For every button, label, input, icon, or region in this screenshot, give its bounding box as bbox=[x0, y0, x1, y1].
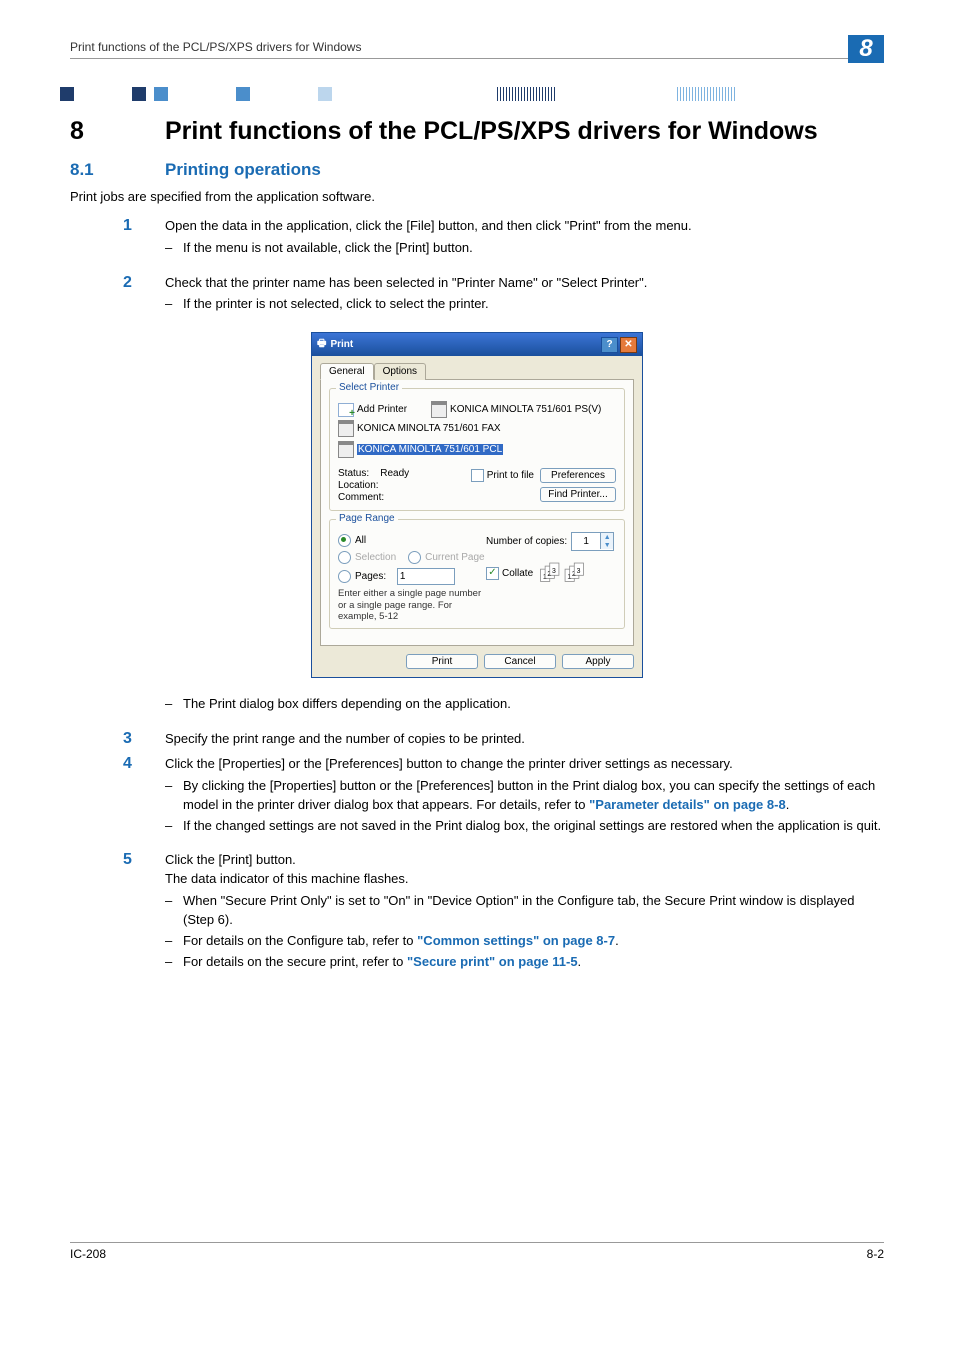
tab-options[interactable]: Options bbox=[374, 363, 426, 380]
status-label: Status: bbox=[338, 468, 369, 479]
print-button[interactable]: Print bbox=[406, 654, 478, 669]
link-common-settings[interactable]: "Common settings" on page 8-7 bbox=[417, 933, 615, 948]
select-printer-group-title: Select Printer bbox=[336, 382, 402, 393]
printer-icon bbox=[431, 401, 447, 418]
pages-input[interactable] bbox=[397, 568, 455, 585]
add-printer-icon bbox=[338, 403, 354, 417]
location-label: Location: bbox=[338, 480, 409, 491]
radio-selection: Selection bbox=[338, 551, 396, 564]
status-value: Ready bbox=[380, 468, 409, 479]
dialog-titlebar: 🖶 Print ? ✕ bbox=[312, 333, 642, 356]
step-1: 1 Open the data in the application, clic… bbox=[70, 217, 884, 268]
radio-current-page: Current Page bbox=[408, 551, 484, 564]
step-2-after: The Print dialog box differs depending o… bbox=[70, 692, 884, 724]
collate-icon: 1 2 3 1 2 3 bbox=[539, 561, 585, 585]
pages-help-text: Enter either a single page number or a s… bbox=[338, 588, 486, 622]
find-printer-button[interactable]: Find Printer... bbox=[540, 487, 616, 502]
step-4: 4 Click the [Properties] or the [Prefere… bbox=[70, 755, 884, 845]
tab-general[interactable]: General bbox=[320, 363, 374, 380]
chapter-number-badge: 8 bbox=[848, 35, 884, 63]
comment-label: Comment: bbox=[338, 492, 409, 503]
close-icon[interactable]: ✕ bbox=[620, 337, 637, 353]
step-5: 5 Click the [Print] button. The data ind… bbox=[70, 851, 884, 981]
copies-spinner[interactable]: ▲▼ bbox=[571, 532, 614, 551]
printer-fax[interactable]: KONICA MINOLTA 751/601 FAX bbox=[338, 420, 501, 437]
section-heading: 8.1Printing operations bbox=[70, 160, 884, 180]
page-footer: IC-208 8-2 bbox=[70, 1242, 884, 1261]
collate-checkbox[interactable]: Collate bbox=[486, 567, 533, 580]
printer-pcl-selected[interactable]: KONICA MINOLTA 751/601 PCL bbox=[338, 441, 503, 458]
step1-note1: If the menu is not available, click the … bbox=[165, 239, 884, 258]
spin-down-icon[interactable]: ▼ bbox=[600, 541, 613, 549]
radio-pages[interactable]: Pages: bbox=[338, 568, 486, 585]
printer-ps[interactable]: KONICA MINOLTA 751/601 PS(V) bbox=[431, 401, 601, 418]
spin-up-icon[interactable]: ▲ bbox=[600, 533, 613, 541]
printer-icon bbox=[338, 420, 354, 437]
help-icon[interactable]: ? bbox=[601, 337, 618, 353]
step-3: 3 Specify the print range and the number… bbox=[70, 730, 884, 749]
header-title: Print functions of the PCL/PS/XPS driver… bbox=[70, 40, 361, 54]
preferences-button[interactable]: Preferences bbox=[540, 468, 616, 483]
link-secure-print[interactable]: "Secure print" on page 11-5 bbox=[407, 954, 578, 969]
chapter-heading: 8Print functions of the PCL/PS/XPS drive… bbox=[70, 117, 884, 146]
intro-text: Print jobs are specified from the applic… bbox=[70, 188, 884, 207]
svg-text:3: 3 bbox=[552, 568, 556, 575]
radio-all[interactable]: All bbox=[338, 534, 486, 547]
printer-icon: 🖶 bbox=[317, 336, 326, 353]
decorative-band bbox=[60, 87, 894, 101]
apply-button[interactable]: Apply bbox=[562, 654, 634, 669]
svg-text:3: 3 bbox=[577, 568, 581, 575]
link-parameter-details[interactable]: "Parameter details" on page 8-8 bbox=[589, 797, 786, 812]
cancel-button[interactable]: Cancel bbox=[484, 654, 556, 669]
copies-label: Number of copies: bbox=[486, 536, 567, 547]
printer-icon bbox=[338, 441, 354, 458]
print-to-file-checkbox[interactable]: Print to file bbox=[471, 469, 534, 482]
footer-left: IC-208 bbox=[70, 1247, 106, 1261]
add-printer-item[interactable]: Add Printer bbox=[338, 401, 407, 418]
footer-right: 8-2 bbox=[867, 1247, 884, 1261]
step2-note1: If the printer is not selected, click to… bbox=[165, 295, 884, 314]
page-range-group-title: Page Range bbox=[336, 513, 398, 524]
step-2: 2 Check that the printer name has been s… bbox=[70, 274, 884, 325]
print-dialog: 🖶 Print ? ✕ General Options Select Print… bbox=[311, 332, 643, 678]
